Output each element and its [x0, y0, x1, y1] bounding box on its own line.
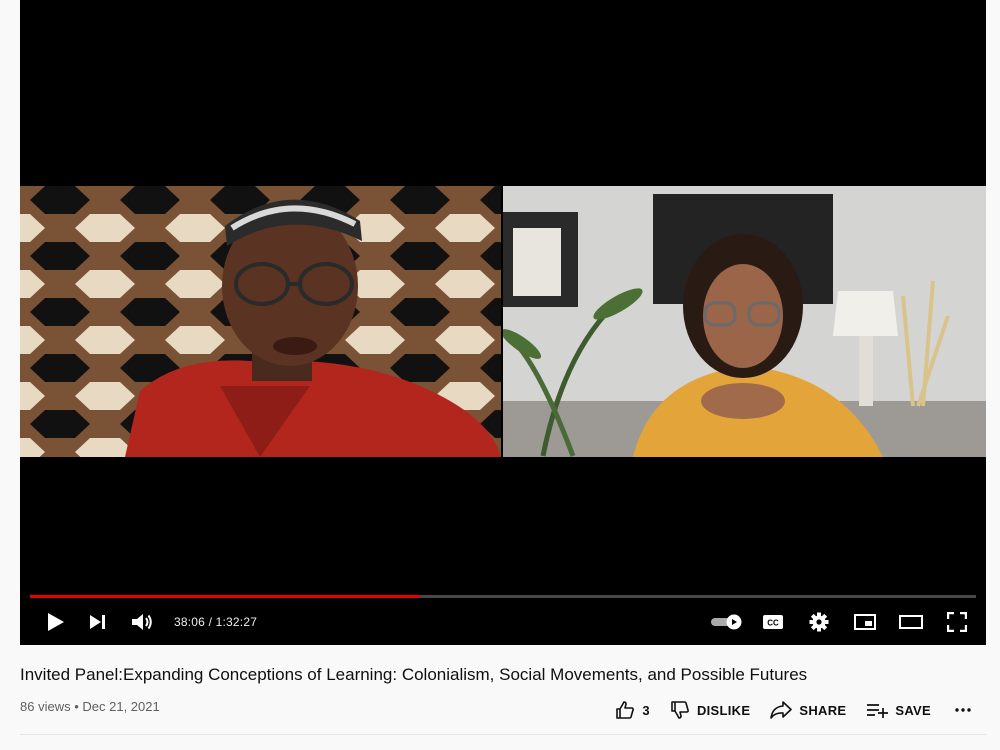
share-icon	[770, 701, 793, 719]
volume-icon	[132, 614, 152, 630]
save-button[interactable]: SAVE	[866, 702, 931, 718]
next-track-icon	[90, 615, 105, 629]
progress-bar[interactable]	[30, 595, 976, 598]
save-label: SAVE	[895, 702, 931, 718]
video-actions: 3 DISLIKE SHARE SAVE	[595, 697, 978, 723]
time-display: 38:06 / 1:32:27	[174, 615, 258, 629]
autoplay-toggle-icon	[711, 614, 742, 630]
next-button[interactable]	[80, 614, 116, 630]
progress-played	[30, 595, 420, 598]
upload-date: Dec 21, 2021	[82, 699, 160, 714]
meta-separator: •	[74, 699, 79, 714]
captions-icon: CC	[763, 615, 783, 629]
video-title: Invited Panel:Expanding Conceptions of L…	[20, 665, 808, 684]
share-label: SHARE	[799, 702, 847, 718]
video-feed-left-participant	[20, 186, 501, 457]
thumbs-down-icon	[671, 701, 689, 719]
theater-mode-button[interactable]	[888, 614, 934, 630]
more-horizontal-icon	[955, 708, 971, 712]
view-count: 86 views	[20, 699, 71, 714]
miniplayer-icon	[854, 614, 876, 630]
captions-button[interactable]: CC	[750, 614, 796, 630]
participant-right-image	[503, 186, 986, 457]
add-to-playlist-icon	[867, 704, 889, 718]
captions-label: CC	[767, 619, 779, 628]
settings-button[interactable]	[796, 612, 842, 632]
fullscreen-icon	[947, 612, 967, 632]
more-actions-button[interactable]	[955, 708, 978, 712]
like-count: 3	[642, 702, 650, 718]
miniplayer-button[interactable]	[842, 614, 888, 630]
section-divider	[20, 734, 986, 735]
play-button[interactable]	[32, 612, 80, 632]
volume-button[interactable]	[122, 613, 162, 631]
like-button[interactable]: 3	[615, 700, 650, 720]
autoplay-toggle[interactable]	[704, 614, 750, 630]
video-meta: 86 views • Dec 21, 2021	[20, 699, 160, 714]
thumbs-up-icon	[616, 701, 635, 719]
theater-mode-icon	[899, 615, 923, 629]
play-icon	[48, 613, 64, 631]
player-controls: 38:06 / 1:32:27 CC	[20, 600, 986, 644]
dislike-label: DISLIKE	[696, 702, 751, 718]
video-player[interactable]: 38:06 / 1:32:27 CC	[20, 0, 986, 645]
dislike-button[interactable]: DISLIKE	[670, 700, 750, 720]
participant-left-image	[20, 186, 501, 457]
share-button[interactable]: SHARE	[770, 701, 846, 719]
gear-icon	[809, 612, 829, 632]
fullscreen-button[interactable]	[934, 612, 980, 632]
video-feed-right-participant	[503, 186, 986, 457]
